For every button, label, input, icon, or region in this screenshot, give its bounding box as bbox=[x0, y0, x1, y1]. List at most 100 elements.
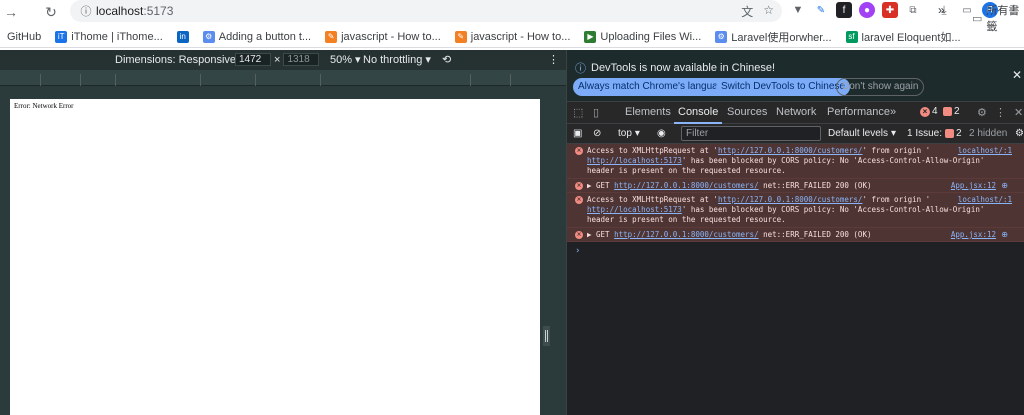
extension-v-icon[interactable]: ▼ bbox=[790, 2, 806, 18]
settings-gear-icon[interactable]: ⚙ bbox=[977, 106, 987, 119]
request-url-link[interactable]: http://127.0.0.1:8000/customers/ bbox=[614, 181, 759, 190]
bookmark-label: javascript - How to... bbox=[470, 30, 571, 43]
forward-icon[interactable]: → bbox=[0, 1, 22, 23]
origin-url-link[interactable]: http://localhost:5173 bbox=[587, 205, 682, 214]
device-more-icon[interactable]: ⋮ bbox=[548, 53, 559, 66]
bookmark-item[interactable]: sf laravel Eloquent如... bbox=[839, 29, 968, 45]
width-input[interactable]: 1472 bbox=[235, 53, 271, 66]
throttling-dropdown[interactable]: No throttling ▾ bbox=[363, 53, 431, 67]
error-icon: × bbox=[575, 182, 583, 190]
ruler-tick[interactable] bbox=[510, 74, 511, 86]
ruler-tick[interactable] bbox=[320, 74, 321, 86]
source-file-link[interactable]: App.jsx:12 bbox=[951, 230, 996, 240]
network-globe-icon[interactable]: ⊕ bbox=[1001, 181, 1008, 191]
close-devtools-icon[interactable]: ✕ bbox=[1014, 106, 1023, 119]
bookmark-favicon-icon: ⚙ bbox=[202, 30, 215, 43]
tab-performance[interactable]: Performance bbox=[827, 106, 890, 118]
tab-sources[interactable]: Sources bbox=[727, 106, 767, 118]
dimensions-dropdown[interactable]: Dimensions: Responsive ▾ bbox=[115, 53, 245, 67]
message-text: ' from origin ' bbox=[862, 195, 931, 204]
console-prompt[interactable]: › bbox=[567, 242, 1024, 260]
context-label: top bbox=[618, 128, 632, 139]
bookmark-item[interactable]: ⚙ Laravel使用orwher... bbox=[708, 29, 838, 45]
log-levels-dropdown[interactable]: Default levels ▾ bbox=[828, 128, 896, 139]
close-icon[interactable]: ✕ bbox=[1012, 68, 1024, 82]
more-tabs-icon[interactable]: » bbox=[890, 106, 896, 118]
translate-icon[interactable]: 文 bbox=[741, 3, 753, 20]
ruler-tick[interactable] bbox=[115, 74, 116, 86]
origin-source-link[interactable]: localhost/:1 bbox=[958, 146, 1012, 156]
bookmark-item[interactable]: ✎ javascript - How to... bbox=[318, 30, 448, 43]
tab-elements[interactable]: Elements bbox=[625, 106, 671, 118]
extension-f-icon[interactable]: f bbox=[836, 2, 852, 18]
error-icon: × bbox=[575, 196, 583, 204]
issues-count: 2 bbox=[956, 128, 962, 139]
bookmark-item[interactable]: ⚙ Adding a button t... bbox=[196, 30, 318, 43]
devtools-more-icon[interactable]: ⋮ bbox=[995, 106, 1006, 119]
expand-message-toggle[interactable]: ▶ GET bbox=[587, 181, 614, 190]
height-input[interactable]: 1318 bbox=[283, 53, 320, 66]
folder-icon: ▭ bbox=[972, 12, 983, 25]
extension-pen-icon[interactable]: ✎ bbox=[813, 2, 829, 18]
ruler-tick[interactable] bbox=[40, 74, 41, 86]
bookmarks-bar: GitHub iT iThome | iThome... in ⚙ Adding a bu… bbox=[0, 26, 1024, 48]
all-bookmarks-folder[interactable]: ▭ 所有書籤 bbox=[972, 2, 1024, 34]
expand-message-toggle[interactable]: ▶ GET bbox=[587, 230, 614, 239]
source-file-link[interactable]: App.jsx:12 bbox=[951, 181, 996, 191]
origin-url-link[interactable]: http://localhost:5173 bbox=[587, 156, 682, 165]
warning-count-badge[interactable]: 2 bbox=[943, 106, 960, 117]
site-info-icon[interactable]: ⓘ bbox=[76, 3, 96, 19]
live-expression-eye-icon[interactable]: ◉ bbox=[657, 128, 666, 139]
extension-purple-icon[interactable]: ● bbox=[859, 2, 875, 18]
device-toolbar-icon[interactable]: ▯ bbox=[593, 106, 599, 119]
bookmark-item[interactable]: ✎ javascript - How to... bbox=[448, 30, 578, 43]
resize-handle[interactable] bbox=[543, 326, 550, 346]
devtools-panel: ⓘ DevTools is now available in Chinese! … bbox=[567, 50, 1024, 415]
dont-show-again-button[interactable]: Don't show again bbox=[836, 78, 925, 96]
address-bar[interactable]: ⓘ localhost:5173 文 ☆ bbox=[70, 0, 782, 22]
message-text: net::ERR_FAILED 200 (OK) bbox=[758, 230, 872, 239]
origin-source-link[interactable]: localhost/:1 bbox=[958, 195, 1012, 205]
inspect-element-icon[interactable]: ⬚ bbox=[573, 106, 583, 119]
switch-to-chinese-button[interactable]: Switch DevTools to Chinese bbox=[716, 78, 850, 96]
rotate-icon[interactable]: ⟲ bbox=[442, 53, 451, 66]
bookmark-star-icon[interactable]: ☆ bbox=[763, 3, 774, 20]
dropdown-arrow-icon: ▾ bbox=[355, 54, 361, 66]
ruler-tick[interactable] bbox=[255, 74, 256, 86]
request-url-link[interactable]: http://127.0.0.1:8000/customers/ bbox=[718, 146, 863, 155]
ruler-tick[interactable] bbox=[200, 74, 201, 86]
extension-red-icon[interactable]: ✚ bbox=[882, 2, 898, 18]
ruler-tick[interactable] bbox=[470, 74, 471, 86]
always-match-language-button[interactable]: Always match Chrome's language bbox=[573, 78, 734, 96]
bookmark-label: Uploading Files Wi... bbox=[600, 30, 702, 43]
device-toolbar: Dimensions: Responsive ▾ 1472 × 1318 50%… bbox=[0, 50, 567, 70]
bookmark-favicon-icon: iT bbox=[55, 30, 68, 43]
bookmark-item[interactable]: in bbox=[170, 30, 196, 43]
network-globe-icon[interactable]: ⊕ bbox=[1001, 230, 1008, 240]
bookmark-favicon-icon: ⚙ bbox=[715, 30, 728, 43]
context-selector[interactable]: top ▾ bbox=[618, 128, 640, 139]
console-settings-gear-icon[interactable]: ⚙ bbox=[1015, 128, 1024, 139]
clear-console-icon[interactable]: ⊘ bbox=[593, 128, 601, 139]
ruler-tick[interactable] bbox=[80, 74, 81, 86]
issues-counter[interactable]: 1 Issue: 2 bbox=[907, 128, 962, 139]
sidebar-toggle-icon[interactable]: ▣ bbox=[573, 128, 582, 139]
bookmark-item[interactable]: iT iThome | iThome... bbox=[48, 30, 170, 43]
filter-input[interactable]: Filter bbox=[681, 126, 821, 141]
request-url-link[interactable]: http://127.0.0.1:8000/customers/ bbox=[718, 195, 863, 204]
error-count-badge[interactable]: × 4 bbox=[920, 106, 938, 117]
issues-label: 1 Issue: bbox=[907, 128, 943, 139]
error-icon: × bbox=[920, 106, 930, 117]
extensions-puzzle-icon[interactable]: ⧉ bbox=[905, 2, 921, 18]
bookmark-item[interactable]: ▶ Uploading Files Wi... bbox=[577, 30, 708, 43]
reload-icon[interactable]: ↻ bbox=[40, 1, 62, 23]
bookmarks-more-icon[interactable]: » bbox=[938, 3, 945, 17]
console-output: × Access to XMLHttpRequest at 'http://12… bbox=[567, 144, 1024, 260]
bookmark-item[interactable]: GitHub bbox=[0, 31, 48, 43]
request-url-link[interactable]: http://127.0.0.1:8000/customers/ bbox=[614, 230, 759, 239]
message-text: ' from origin ' bbox=[862, 146, 931, 155]
tab-network[interactable]: Network bbox=[776, 106, 816, 118]
zoom-dropdown[interactable]: 50% ▾ bbox=[330, 53, 361, 67]
dropdown-arrow-icon: ▾ bbox=[891, 128, 897, 139]
tab-console[interactable]: Console bbox=[673, 106, 723, 124]
